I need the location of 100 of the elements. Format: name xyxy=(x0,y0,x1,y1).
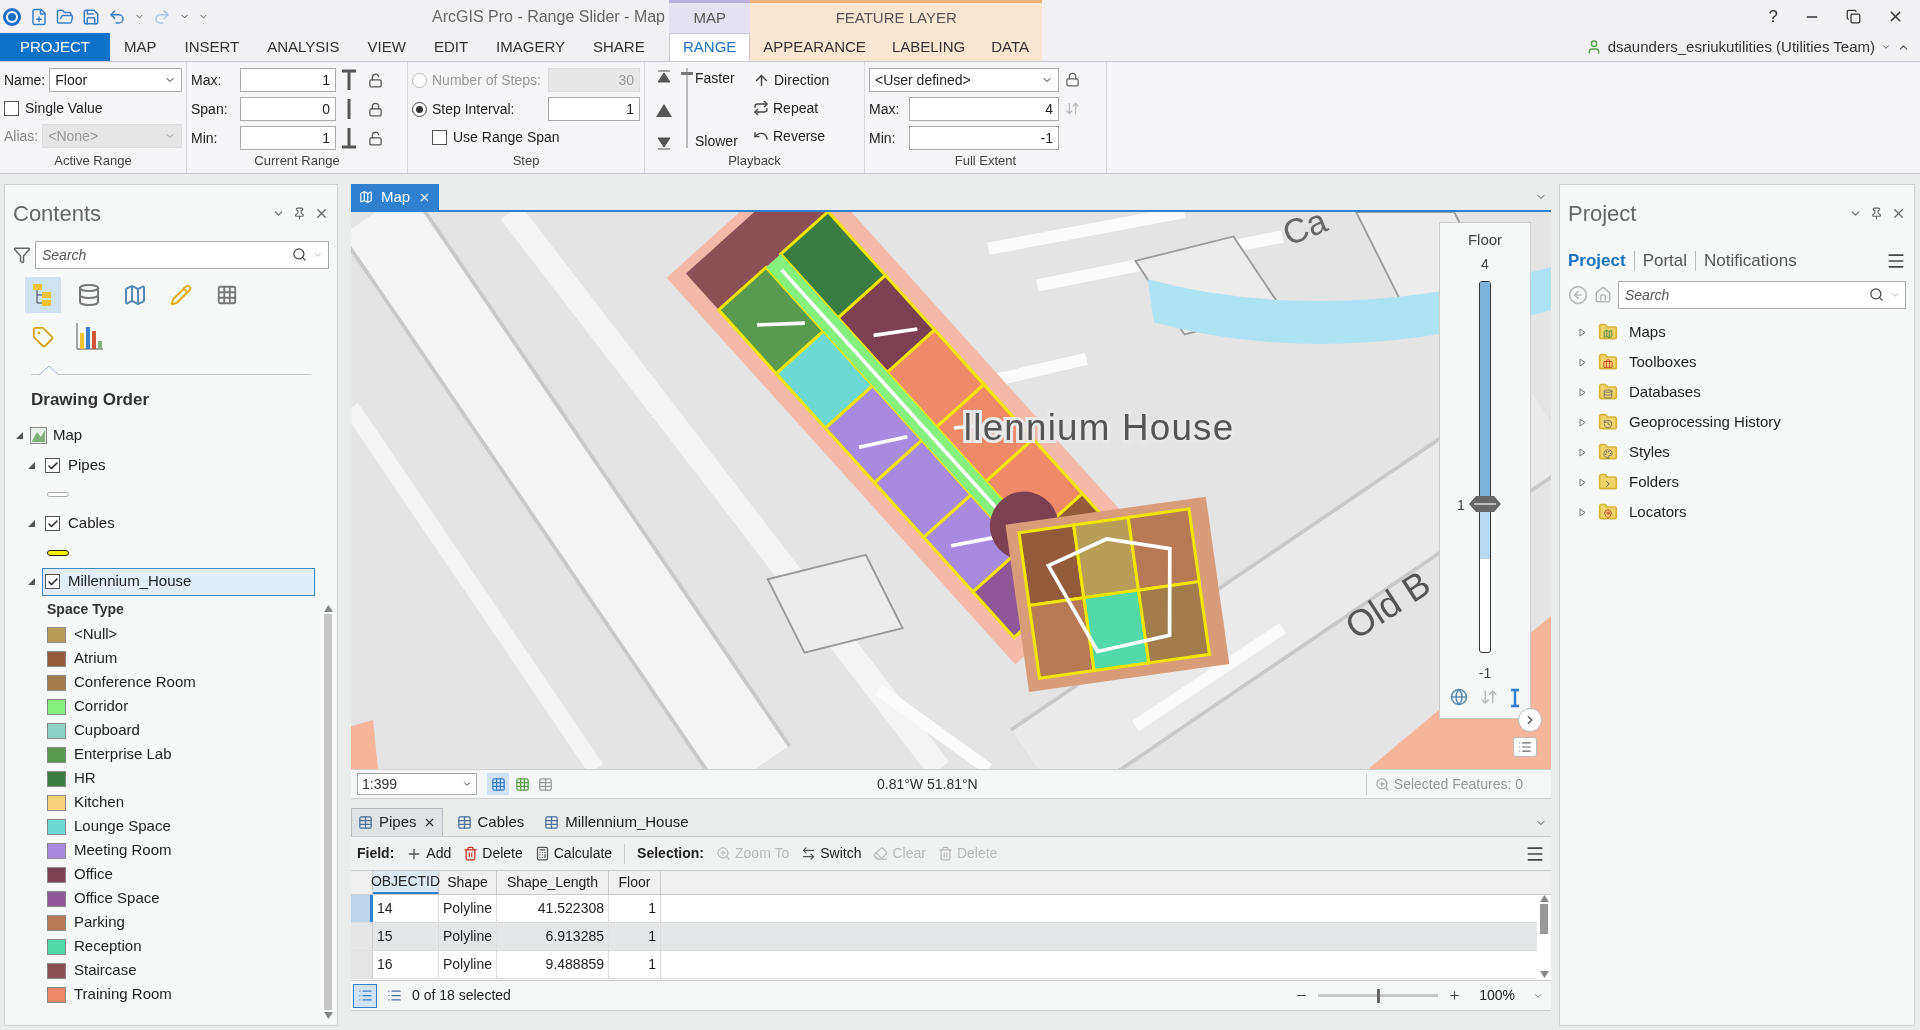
pin-icon[interactable] xyxy=(293,206,306,220)
app-logo-icon[interactable] xyxy=(2,6,22,27)
search-field[interactable]: Search xyxy=(35,241,329,269)
expand-icon[interactable] xyxy=(15,431,24,440)
grid-icon[interactable] xyxy=(515,776,530,792)
layer-item[interactable]: Millennium_House xyxy=(42,567,315,596)
column-header[interactable]: Floor xyxy=(609,871,661,894)
checkbox[interactable] xyxy=(45,516,60,531)
ribbon-tab[interactable]: EDIT xyxy=(419,33,483,61)
dropdown[interactable]: Floor xyxy=(49,68,182,92)
table-tab[interactable]: Pipes xyxy=(351,808,443,836)
scrollbar-thumb[interactable] xyxy=(324,614,332,1010)
pane-tab[interactable]: Project xyxy=(1568,248,1626,274)
tag-icon[interactable] xyxy=(32,326,54,348)
ribbon-tab[interactable]: VIEW xyxy=(353,33,420,61)
lock-icon[interactable] xyxy=(1065,72,1080,87)
scale-dropdown[interactable]: 1:399 xyxy=(357,773,477,795)
list-by-drawing-order-icon[interactable] xyxy=(25,277,61,313)
expand-icon[interactable] xyxy=(27,519,36,528)
expand-icon[interactable] xyxy=(1578,417,1587,427)
expand-icon[interactable] xyxy=(1578,477,1587,487)
ribbon-tab[interactable]: IMAGERY xyxy=(482,33,579,61)
ribbon-tab[interactable]: INSERT xyxy=(170,33,254,61)
ribbon-tab[interactable]: APPEARANCE xyxy=(750,33,879,61)
expand-icon[interactable] xyxy=(27,461,36,470)
ribbon-tab[interactable]: ANALYSIS xyxy=(253,33,354,61)
tree-item[interactable]: Map xyxy=(53,424,83,447)
checkbox[interactable] xyxy=(45,458,60,473)
expand-icon[interactable] xyxy=(1578,357,1587,367)
range-bar-icon[interactable] xyxy=(341,127,357,149)
new-project-icon[interactable] xyxy=(30,7,48,26)
filter-icon[interactable] xyxy=(13,246,31,264)
tree-item[interactable]: Styles xyxy=(1629,440,1670,464)
number-field[interactable]: 1 xyxy=(240,126,336,150)
last-icon[interactable] xyxy=(657,136,671,150)
column-header[interactable]: OBJECTID xyxy=(373,871,439,894)
undo-icon[interactable] xyxy=(108,7,126,26)
tree-item[interactable]: Databases xyxy=(1629,380,1701,404)
number-field[interactable]: 0 xyxy=(240,97,336,121)
expand-icon[interactable] xyxy=(1578,447,1587,457)
playback-button[interactable]: Reverse xyxy=(753,124,830,148)
row-header[interactable] xyxy=(351,895,373,922)
expand-icon[interactable] xyxy=(1578,327,1587,337)
table-icon[interactable] xyxy=(538,776,553,792)
ribbon-tab[interactable]: DATA xyxy=(978,33,1043,61)
snapping-icon[interactable] xyxy=(490,776,506,792)
ribbon-tab[interactable]: RANGE xyxy=(669,33,751,61)
map-icon[interactable] xyxy=(123,283,147,307)
scrollbar-thumb[interactable] xyxy=(1540,904,1548,934)
pane-tab[interactable]: Notifications xyxy=(1704,248,1797,274)
toolbar-button[interactable]: Switch xyxy=(801,843,862,864)
first-icon[interactable] xyxy=(657,70,671,84)
user-menu[interactable]: dsaunders_esriukutilities (Utilities Team) xyxy=(1607,35,1875,59)
save-icon[interactable] xyxy=(82,7,100,26)
search-icon[interactable] xyxy=(292,247,307,262)
pane-tab[interactable]: Portal xyxy=(1642,248,1688,274)
list-view-icon[interactable] xyxy=(357,988,373,1003)
toolbar-button[interactable]: Calculate xyxy=(534,843,613,864)
slider-thumb[interactable] xyxy=(1468,494,1502,513)
checkbox[interactable] xyxy=(45,574,60,589)
toolbar-button[interactable]: Delete xyxy=(463,843,523,864)
dropdown[interactable]: <User defined> xyxy=(869,68,1059,92)
grid-plus-icon[interactable] xyxy=(216,284,238,306)
radio-button[interactable] xyxy=(412,101,427,117)
ribbon-tab[interactable]: PROJECT xyxy=(0,33,110,61)
column-header[interactable]: Shape_Length xyxy=(497,871,609,894)
speed-slider[interactable] xyxy=(681,68,693,148)
playback-button[interactable]: Repeat xyxy=(753,96,830,120)
help-button[interactable]: ? xyxy=(1768,3,1778,30)
checkbox[interactable] xyxy=(4,100,19,116)
range-slider[interactable]: 1 xyxy=(1453,280,1517,653)
globe-icon[interactable] xyxy=(1450,687,1468,706)
unlock-icon[interactable] xyxy=(368,72,383,88)
table-tab[interactable]: Cables xyxy=(450,808,531,836)
tree-item[interactable]: Toolboxes xyxy=(1629,350,1697,374)
lock-icon[interactable] xyxy=(368,101,383,117)
table-tab[interactable]: Millennium_House xyxy=(538,808,695,836)
ribbon-tab[interactable]: LABELING xyxy=(878,33,979,61)
time-slider-button[interactable] xyxy=(1513,737,1537,757)
zoom-slider[interactable] xyxy=(1318,988,1439,1003)
number-field[interactable]: 1 xyxy=(548,97,640,121)
tree-item[interactable]: Locators xyxy=(1629,500,1687,524)
scroll-down-icon[interactable] xyxy=(1539,971,1549,978)
range-bar-icon[interactable] xyxy=(341,69,357,91)
layer-item[interactable]: Cables xyxy=(42,509,315,538)
open-folder-icon[interactable] xyxy=(56,7,74,26)
tree-item[interactable]: Folders xyxy=(1629,470,1680,494)
restore-icon[interactable] xyxy=(1846,9,1861,25)
playback-button[interactable]: Direction xyxy=(753,68,830,92)
tree-item[interactable]: Maps xyxy=(1629,320,1666,344)
layer-item[interactable]: Pipes xyxy=(42,451,315,480)
document-tab[interactable]: Map xyxy=(351,184,440,210)
column-header[interactable]: Shape xyxy=(439,871,497,894)
toolbar-button[interactable]: Add xyxy=(406,843,452,864)
slider-thumb[interactable] xyxy=(1376,988,1380,1003)
expand-icon[interactable] xyxy=(1578,507,1587,517)
zoom-in-icon[interactable] xyxy=(1448,989,1462,1002)
ribbon-tab[interactable]: SHARE xyxy=(578,33,659,61)
scroll-up-icon[interactable] xyxy=(323,605,333,612)
database-icon[interactable] xyxy=(77,283,101,307)
